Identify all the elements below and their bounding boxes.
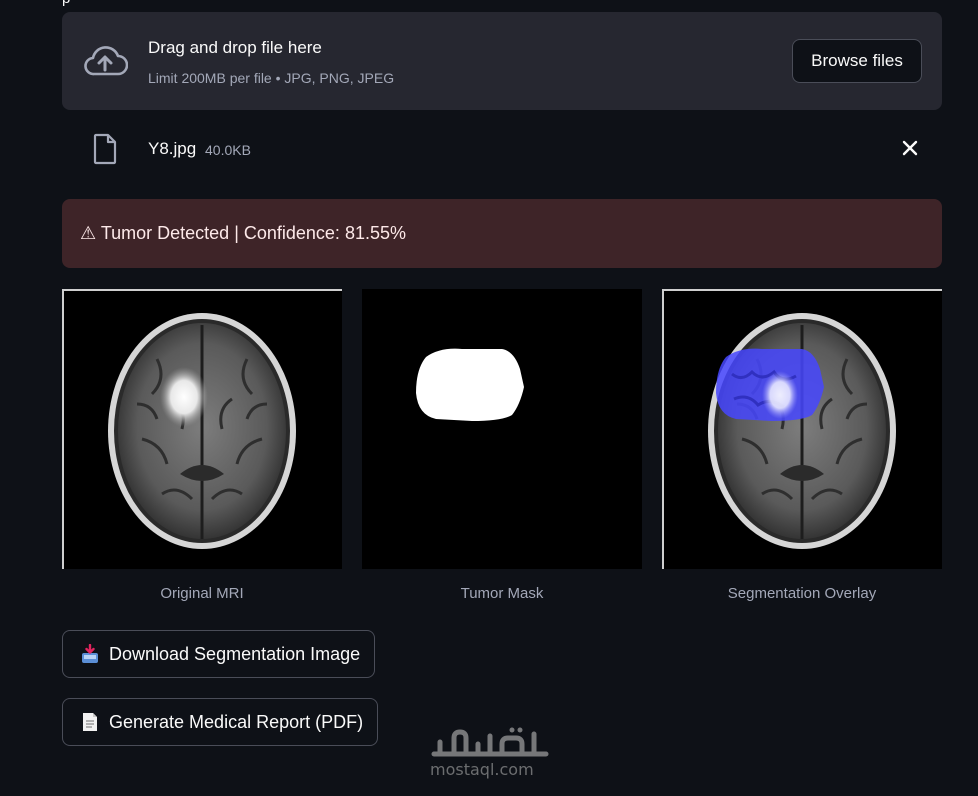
original-mri-panel: Original MRI [62, 289, 342, 602]
section-header-cut: p [62, 0, 70, 7]
mostaql-logo [431, 727, 549, 757]
download-segmentation-button[interactable]: Download Segmentation Image [62, 630, 376, 678]
file-name: Y8.jpg [148, 139, 197, 158]
document-icon [83, 713, 97, 731]
uploader-limit-text: Limit 200MB per file • JPG, PNG, JPEG [148, 70, 395, 86]
image-caption: Segmentation Overlay [727, 585, 877, 602]
image-caption: Tumor Mask [460, 585, 544, 602]
original-mri-image [62, 289, 342, 569]
cloud-upload-icon [84, 46, 128, 76]
generate-report-button[interactable]: Generate Medical Report (PDF) [62, 698, 379, 746]
report-button-label: Generate Medical Report (PDF) [109, 711, 364, 732]
mostaql-watermark: mostaql.com [428, 724, 553, 784]
browse-files-button[interactable]: Browse files [792, 39, 922, 83]
tumor-mask-image [362, 289, 642, 569]
image-caption: Original MRI [160, 585, 244, 602]
segmentation-overlay-image [662, 289, 942, 569]
watermark-site-text: mostaql.com [430, 760, 534, 779]
uploaded-file-row: Y8.jpg 40.0KB [62, 128, 942, 172]
close-icon[interactable] [902, 140, 918, 156]
uploader-title: Drag and drop file here [148, 38, 322, 57]
file-uploader-dropzone[interactable]: Drag and drop file here Limit 200MB per … [62, 12, 942, 110]
file-size: 40.0KB [205, 142, 251, 158]
download-button-label: Download Segmentation Image [109, 643, 361, 664]
tumor-detection-alert: ⚠ Tumor Detected | Confidence: 81.55% [62, 199, 942, 268]
file-icon [93, 133, 117, 165]
inbox-tray-icon [82, 644, 98, 663]
tumor-mask-panel: Tumor Mask [362, 289, 642, 602]
alert-text: ⚠ Tumor Detected | Confidence: 81.55% [80, 223, 406, 243]
segmentation-overlay-panel: Segmentation Overlay [662, 289, 942, 602]
